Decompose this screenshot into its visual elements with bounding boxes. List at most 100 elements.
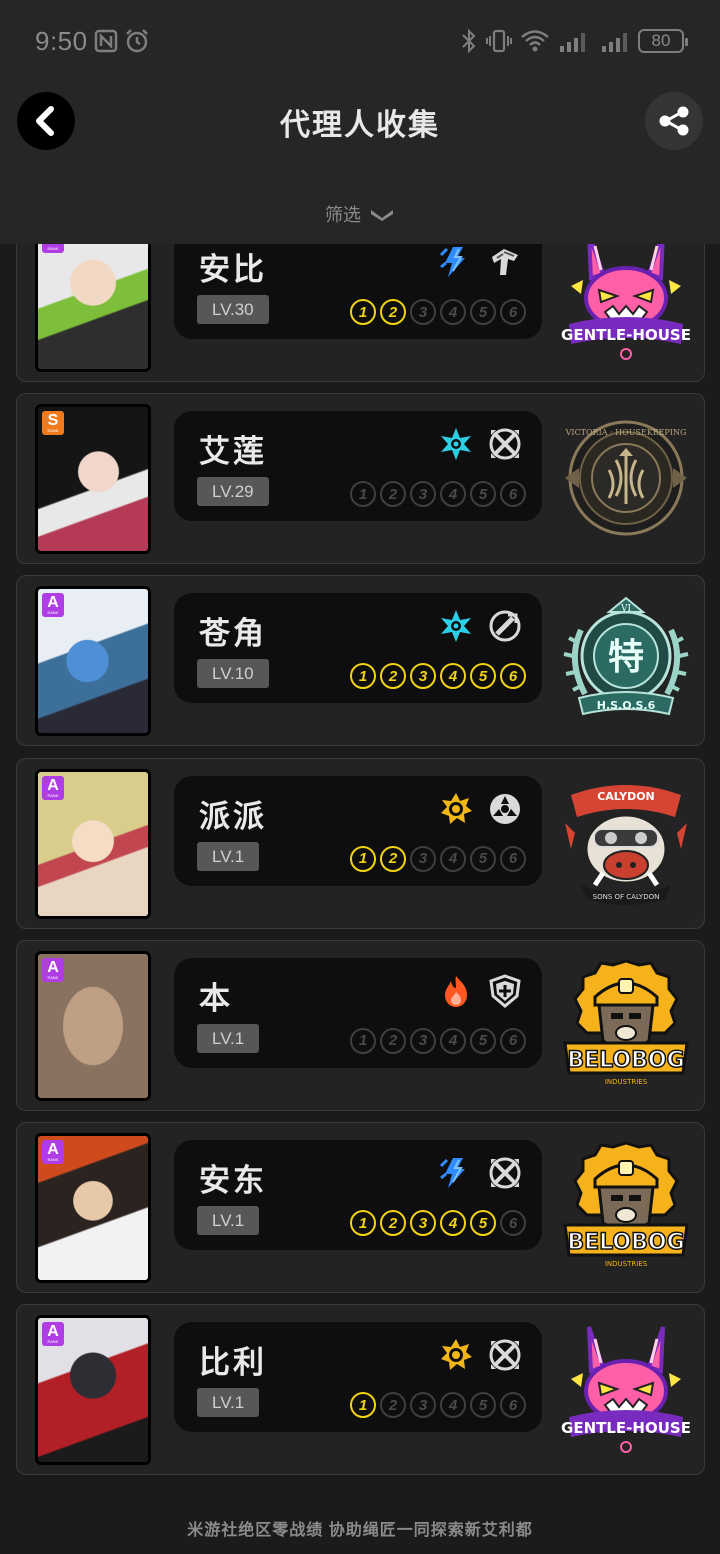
agent-info-panel: 艾莲 LV.29 123456 [174,411,542,522]
agent-info-panel: 安比 LV.30 123456 [174,244,542,339]
agent-level: LV.29 [197,477,269,507]
cinema-node-2: 2 [380,1027,406,1054]
faction-emblem: GENTLE-HOUSE [561,244,691,366]
faction-motto: INDUSTRIES [605,1260,648,1268]
cinema-node-5: 5 [470,1027,496,1054]
attack-specialty-icon [488,427,522,461]
rank-sub: RANK [47,246,59,251]
faction-emblem: VI 特 H.S.O.S.6 [561,590,691,730]
faction-text: BELOBOG [567,1048,684,1073]
cinema-node-2: 2 [380,663,406,690]
mindscape-cinema: 123456 [350,663,526,690]
cinema-node-3: 3 [410,1027,436,1054]
agent-info-panel: 安东 LV.1 123456 [174,1140,542,1250]
agent-portrait[interactable]: S RANK [35,404,151,555]
agent-card[interactable]: A RANK 苍角 LV.10 123456 VI 特 H.S.O.S.6 [16,575,705,747]
faction-motto: INDUSTRIES [605,1078,648,1086]
agent-info-panel: 苍角 LV.10 123456 [174,593,542,704]
cinema-node-4: 4 [440,1210,466,1236]
agent-level: LV.1 [197,1023,260,1053]
cinema-node-2: 2 [380,481,406,508]
agent-portrait[interactable]: A RANK [35,950,151,1101]
rank-sub: RANK [47,974,59,980]
share-icon [659,106,689,136]
cinema-node-5: 5 [470,299,496,325]
agent-portrait[interactable]: A RANK [35,1133,151,1283]
chevron-down-icon [371,210,393,221]
cinema-node-2: 2 [380,299,406,325]
agent-portrait[interactable]: A RANK [35,244,151,372]
agent-portrait-art [38,244,148,369]
cinema-node-6: 6 [500,663,526,690]
agent-card[interactable]: A RANK 安东 LV.1 123456 BELOBOG INDUSTRIES [16,1122,705,1293]
header: 代理人收集 筛选 [0,84,720,244]
cinema-node-1: 1 [350,845,376,872]
signal-icon [560,33,585,52]
battery-indicator: 80 [638,29,688,53]
physical-attribute-icon [439,792,473,826]
cinema-node-4: 4 [440,1392,466,1419]
cinema-node-5: 5 [470,845,496,872]
agent-card[interactable]: A RANK 比利 LV.1 123456 GENTLE-HOUSE [16,1304,705,1476]
mindscape-cinema: 123456 [350,1027,526,1054]
cinema-node-1: 1 [350,481,376,508]
stun-specialty-icon [488,245,522,279]
faction-emblem: GENTLE-HOUSE [561,1319,691,1459]
faction-emblem: BELOBOG INDUSTRIES [561,1137,691,1277]
share-button[interactable] [645,92,703,150]
agent-card[interactable]: S RANK 艾莲 LV.29 123456 VICTORIA · HOUSEK… [16,393,705,565]
ice-attribute-icon [439,609,473,643]
cinema-node-5: 5 [470,481,496,508]
status-right-icons: 80 [460,28,688,54]
cinema-node-5: 5 [470,1392,496,1419]
agent-card[interactable]: A RANK 安比 LV.30 123456 GENTLE-HOUSE [16,244,705,382]
signal-icon-2 [602,33,627,52]
faction-text: VICTORIA · HOUSEKEEPING [565,428,687,437]
cinema-node-3: 3 [410,1210,436,1236]
rank-letter: S [47,412,59,430]
cinema-node-3: 3 [410,481,436,508]
agent-card[interactable]: A RANK 本 LV.1 123456 BELOBOG INDUSTRIES [16,939,705,1111]
agent-level: LV.10 [197,659,269,689]
agent-level: LV.1 [197,1206,260,1235]
agent-name: 安比 [199,252,267,287]
footer-slogan: 米游社绝区零战绩 协助绳匠一同探索新艾利都 [187,1522,533,1539]
agent-portrait[interactable]: A RANK [35,768,151,919]
rank-letter: A [47,594,59,612]
vibrate-icon [486,29,512,53]
cinema-node-6: 6 [500,845,526,872]
ice-attribute-icon [439,427,473,461]
cinema-node-1: 1 [350,1027,376,1054]
cinema-node-6: 6 [500,299,526,325]
faction-text: BELOBOG [567,1230,684,1255]
cinema-node-3: 3 [410,663,436,690]
rank-letter: A [47,958,59,976]
page-title: 代理人收集 [280,109,440,142]
rank-badge: A RANK [42,1140,64,1164]
filter-toggle[interactable]: 筛选 [0,201,720,227]
faction-emblem: BELOBOG INDUSTRIES [561,955,691,1095]
rank-sub: RANK [47,792,59,798]
cinema-node-3: 3 [410,1392,436,1419]
agent-card[interactable]: A RANK 派派 LV.1 123456 CALYDON SONS OF CA… [16,757,705,929]
cinema-node-4: 4 [440,663,466,690]
faction-motto: SONS OF CALYDON [593,893,660,901]
cinema-node-1: 1 [350,1392,376,1419]
support-specialty-icon [488,609,522,643]
defense-specialty-icon [488,974,522,1008]
faction-motto: H.S.O.S.6 [597,699,656,712]
cinema-node-6: 6 [500,1392,526,1419]
cinema-node-4: 4 [440,481,466,508]
rank-sub: RANK [47,1157,59,1162]
rank-sub: RANK [47,1339,59,1345]
cinema-node-5: 5 [470,1210,496,1236]
fire-attribute-icon [439,974,473,1008]
agent-portrait[interactable]: A RANK [35,586,151,737]
agent-portrait[interactable]: A RANK [35,1315,151,1466]
agent-name: 比利 [199,1345,267,1381]
cinema-node-3: 3 [410,845,436,872]
cinema-node-5: 5 [470,663,496,690]
agent-level: LV.1 [197,841,260,871]
cinema-node-1: 1 [350,299,376,325]
agent-level: LV.30 [197,295,269,324]
